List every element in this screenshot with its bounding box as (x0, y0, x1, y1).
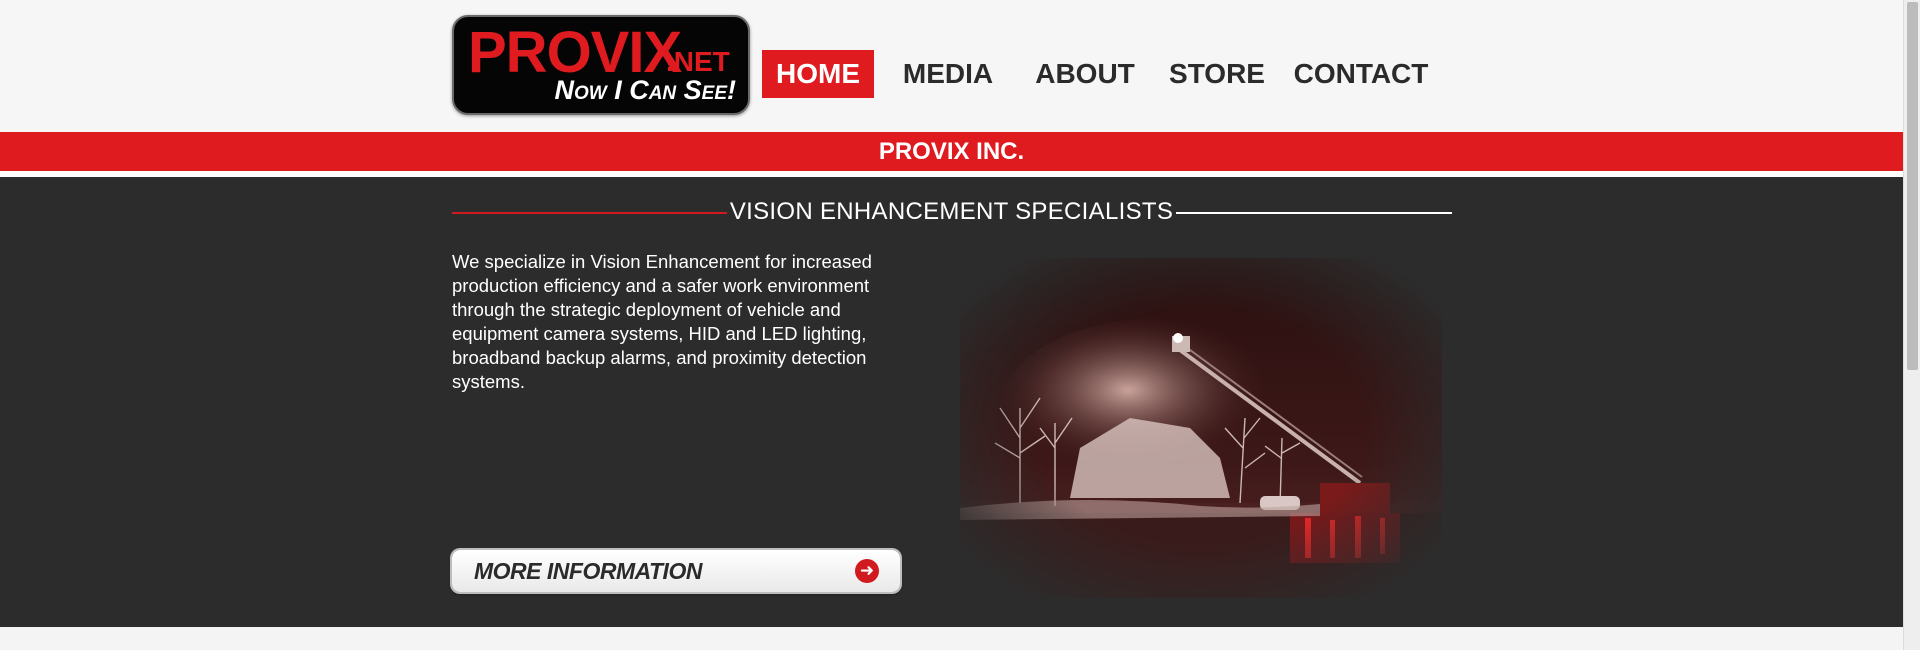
more-information-label: MORE INFORMATION (474, 558, 702, 584)
provix-logo[interactable]: PROVIX .NET Now I Can See! (452, 15, 750, 115)
logo-tagline: Now I Can See! (554, 75, 736, 105)
more-information-button[interactable]: MORE INFORMATION ➜ (452, 550, 900, 592)
main-section (0, 177, 1903, 627)
nav-contact[interactable]: CONTACT (1286, 50, 1436, 98)
logo-tld: .NET (666, 46, 730, 77)
nav-media[interactable]: MEDIA (888, 50, 1008, 98)
arrow-right-circle-icon: ➜ (855, 559, 879, 583)
fire-scene-photo (960, 258, 1442, 598)
site-header: PROVIX .NET Now I Can See! HOME MEDIA AB… (0, 0, 1903, 132)
company-banner: PROVIX INC. (0, 132, 1903, 171)
nav-home[interactable]: HOME (762, 50, 874, 98)
scrollbar-thumb[interactable] (1907, 2, 1918, 370)
title-rule-left (452, 212, 727, 214)
page-scrollbar[interactable] (1903, 0, 1920, 650)
nav-store[interactable]: STORE (1162, 50, 1272, 98)
nav-about[interactable]: ABOUT (1022, 50, 1148, 98)
title-rule-right (1176, 212, 1452, 214)
section-description: We specialize in Vision Enhancement for … (452, 251, 872, 392)
section-title: VISION ENHANCEMENT SPECIALISTS (729, 198, 1174, 225)
